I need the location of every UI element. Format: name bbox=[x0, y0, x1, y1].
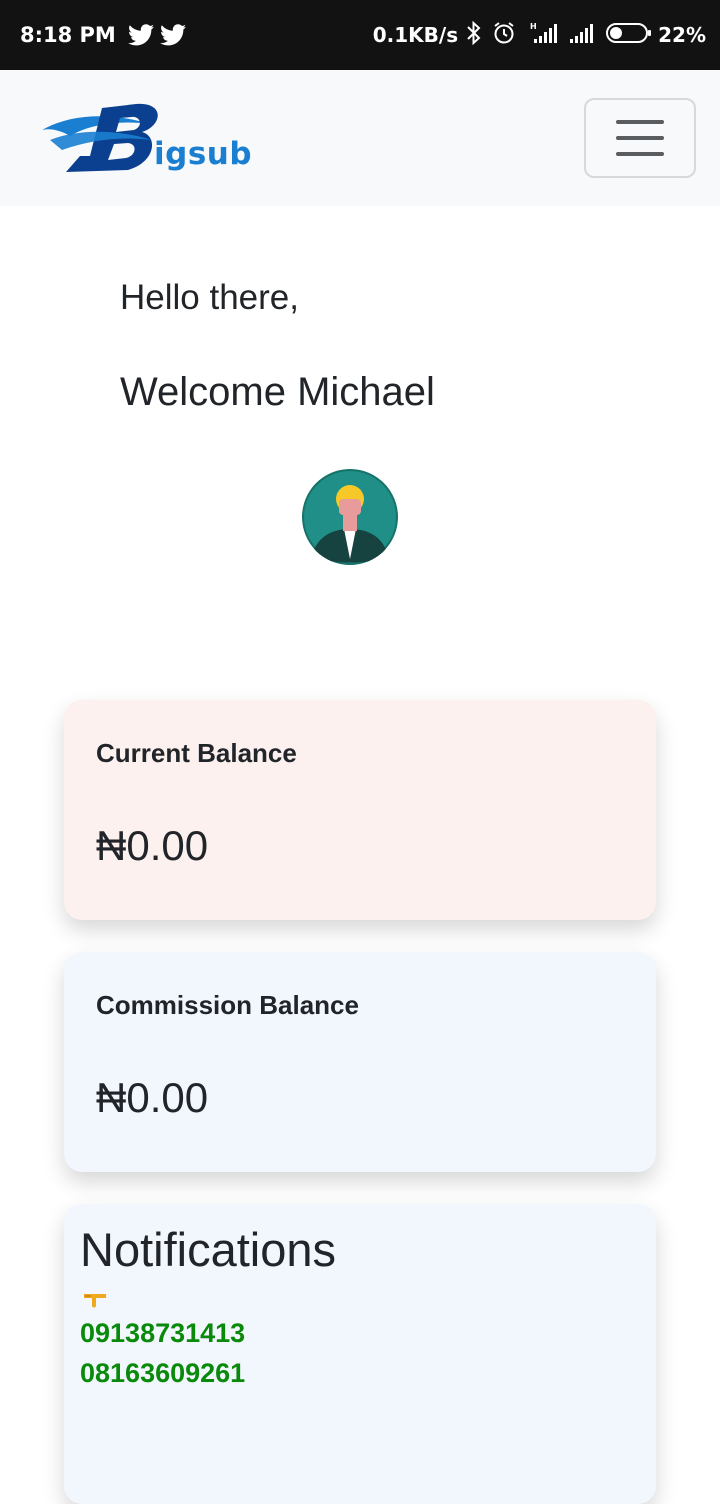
current-balance-title: Current Balance bbox=[96, 738, 297, 768]
notification-phone[interactable]: 09138731413 bbox=[80, 1318, 245, 1349]
hamburger-icon bbox=[616, 152, 664, 156]
twitter-icon bbox=[127, 24, 154, 46]
notifications-card: Notifications 09138731413 08163609261 bbox=[64, 1204, 656, 1504]
status-bar-left: 8:18 PM bbox=[20, 23, 192, 47]
twitter-icon bbox=[159, 24, 186, 46]
signal-icon: H bbox=[524, 21, 560, 49]
alarm-icon bbox=[492, 21, 516, 49]
pointing-hand-icon bbox=[82, 1290, 112, 1310]
commission-balance-card: Commission Balance ₦0.00 bbox=[64, 952, 656, 1172]
commission-balance-title: Commission Balance bbox=[96, 990, 359, 1020]
navbar: igsub bbox=[0, 70, 720, 206]
commission-balance-amount: ₦0.00 bbox=[96, 1074, 209, 1121]
status-bar: 8:18 PM 0.1KB/s H 22% bbox=[0, 0, 720, 70]
hamburger-icon bbox=[616, 120, 664, 124]
user-avatar-icon bbox=[302, 469, 398, 565]
brand-logo[interactable]: igsub bbox=[40, 100, 252, 178]
signal-icon bbox=[568, 21, 598, 49]
bluetooth-icon bbox=[464, 20, 484, 49]
notification-phone[interactable]: 08163609261 bbox=[80, 1358, 245, 1389]
battery-percent: 22% bbox=[658, 23, 706, 47]
notifications-title: Notifications bbox=[80, 1223, 336, 1276]
hamburger-icon bbox=[616, 136, 664, 140]
status-bar-right: 0.1KB/s H 22% bbox=[372, 20, 706, 49]
current-balance-amount: ₦0.00 bbox=[96, 822, 209, 869]
svg-text:H: H bbox=[530, 22, 537, 31]
brand-text: igsub bbox=[154, 136, 253, 172]
status-time: 8:18 PM bbox=[20, 23, 116, 47]
greeting-welcome: Welcome Michael bbox=[120, 370, 435, 414]
battery-icon bbox=[606, 21, 652, 49]
menu-toggle-button[interactable] bbox=[584, 98, 696, 178]
greeting-hello: Hello there, bbox=[120, 278, 299, 317]
current-balance-card: Current Balance ₦0.00 bbox=[64, 700, 656, 920]
network-speed: 0.1KB/s bbox=[372, 23, 459, 47]
